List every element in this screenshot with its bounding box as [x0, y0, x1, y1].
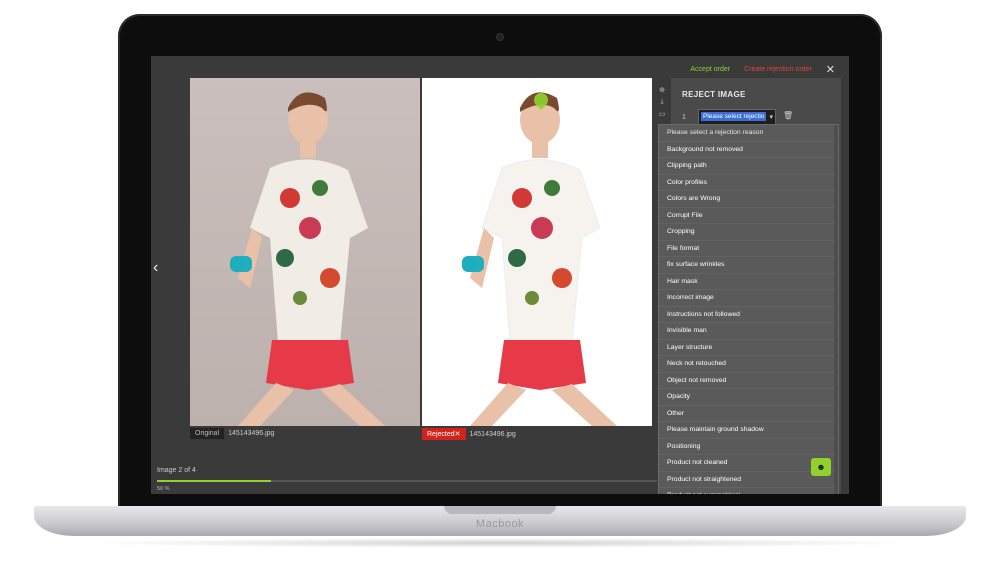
base-notch	[444, 506, 556, 514]
dropdown-option[interactable]: Hair mask	[659, 274, 838, 290]
chat-icon[interactable]: ☻	[811, 458, 831, 476]
dropdown-option[interactable]: Instructions not followed	[659, 307, 838, 323]
progress-fill	[157, 480, 271, 482]
zoom-in-icon[interactable]: ⊕	[659, 86, 665, 94]
original-caption: Original 145143496.jpg	[190, 428, 274, 439]
accept-order-button[interactable]: Accept order	[690, 66, 730, 73]
top-actions: Accept order Create rejection order ✕	[690, 63, 835, 76]
rejected-image	[422, 78, 652, 426]
close-icon[interactable]: ✕	[826, 63, 835, 76]
dropdown-option[interactable]: Neck not retouched	[659, 356, 838, 373]
dropdown-placeholder[interactable]: Please select a rejection reason	[659, 125, 838, 142]
reject-panel-title: REJECT IMAGE	[682, 90, 746, 99]
file-icon[interactable]: ▭	[659, 110, 666, 118]
dropdown-option[interactable]: Other	[659, 406, 838, 422]
dropdown-option-list: Please select a rejection reason Backgrou…	[659, 125, 838, 494]
rejection-reason-select[interactable]: Please select rejectio ▾	[698, 109, 776, 125]
rejection-row-number: 1	[682, 114, 686, 121]
original-filename: 145143496.jpg	[228, 430, 275, 437]
chevron-left-icon[interactable]: ‹	[153, 259, 158, 277]
dropdown-option[interactable]: File format	[659, 241, 838, 257]
model-illustration	[230, 92, 385, 426]
dropdown-option[interactable]: Product not symmetrical	[659, 488, 838, 494]
original-tag: Original	[190, 428, 225, 439]
dropdown-scrollbar[interactable]	[834, 125, 838, 494]
original-image	[190, 78, 420, 426]
dropdown-option[interactable]: Background not removed	[659, 142, 838, 158]
progress-percent: 50 %	[157, 486, 170, 492]
dropdown-option[interactable]: Invisible man	[659, 323, 838, 340]
dropdown-option[interactable]: Color profiles	[659, 175, 838, 191]
rejected-filename: 145143496.jpg	[469, 430, 516, 438]
rejection-reason-dropdown: Please select a rejection reason Backgrou…	[658, 124, 839, 494]
rejection-select-value: Please select rejectio	[701, 112, 767, 121]
create-rejection-order-button[interactable]: Create rejection order	[744, 66, 812, 73]
base-shadow	[80, 538, 920, 548]
app-screen: Accept order Create rejection order ✕ ‹ …	[151, 56, 849, 494]
tool-column: ⊕ ⤓ ▭	[657, 86, 667, 118]
camera-dot	[496, 33, 504, 41]
dropdown-option[interactable]: Cropping	[659, 224, 838, 241]
dropdown-option[interactable]: Corrupt File	[659, 208, 838, 224]
dropdown-option[interactable]: Please maintain ground shadow	[659, 422, 838, 439]
rejected-caption: Rejected✕ 145143496.jpg	[422, 428, 516, 440]
dropdown-option[interactable]: Clipping path	[659, 158, 838, 175]
chevron-down-icon: ▾	[769, 114, 773, 121]
dropdown-option[interactable]: Opacity	[659, 389, 838, 406]
download-icon[interactable]: ⤓	[660, 98, 663, 106]
dropdown-option[interactable]: Layer structure	[659, 340, 838, 356]
trash-icon[interactable]: 🗑	[783, 111, 793, 120]
image-progress-label: Image 2 of 4	[157, 467, 196, 474]
dropdown-option[interactable]: fix surface wrinkles	[659, 257, 838, 274]
progress-bar	[157, 480, 657, 482]
dropdown-option[interactable]: Colors are Wrong	[659, 191, 838, 208]
device-brand: Macbook	[475, 518, 525, 530]
rejected-tag[interactable]: Rejected✕	[422, 428, 466, 440]
dropdown-option[interactable]: Incorrect image	[659, 290, 838, 307]
dropdown-option[interactable]: Object not removed	[659, 373, 838, 389]
model-illustration-cutout	[462, 92, 617, 426]
dropdown-option[interactable]: Positioning	[659, 439, 838, 455]
